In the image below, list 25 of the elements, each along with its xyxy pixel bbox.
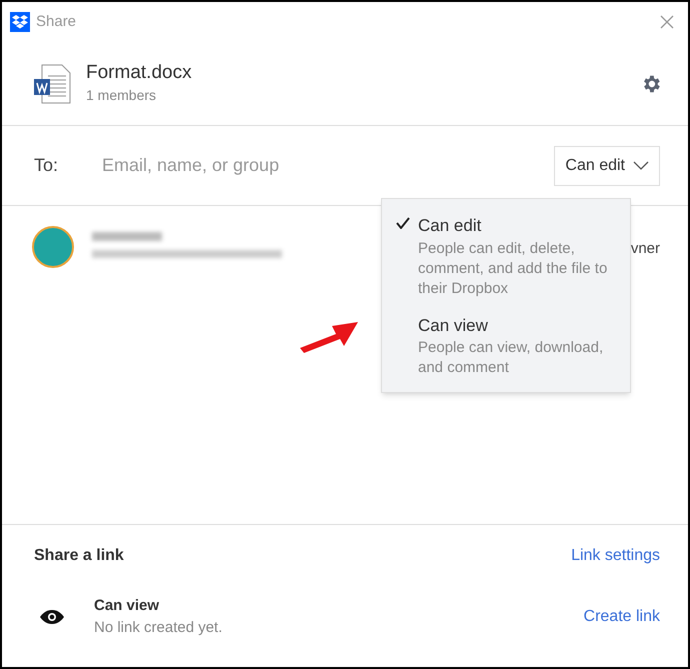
link-permission: Can view bbox=[94, 596, 160, 616]
window-title: Share bbox=[36, 12, 76, 32]
option-description: People can edit, delete, comment, and add the file to their Dropbox bbox=[418, 238, 608, 298]
permission-select[interactable]: Can edit bbox=[554, 146, 660, 186]
eye-icon bbox=[40, 610, 64, 624]
option-title: Can view bbox=[418, 314, 489, 336]
link-settings-link[interactable]: Link settings bbox=[571, 544, 660, 568]
option-description: People can view, download, and comment bbox=[418, 338, 604, 378]
section-title: Share a link bbox=[34, 546, 124, 566]
checkmark-icon bbox=[396, 217, 410, 229]
recipient-field[interactable]: Email, name, or group bbox=[102, 152, 554, 179]
close-icon[interactable] bbox=[660, 15, 674, 29]
member-role: vner bbox=[630, 239, 660, 259]
member-count: 1 members bbox=[86, 86, 158, 105]
menu-item[interactable]: Can view People can view, download, and comment bbox=[382, 312, 630, 378]
caret-icon bbox=[633, 161, 649, 170]
avatar bbox=[32, 226, 74, 268]
file-name: Format.docx bbox=[86, 61, 192, 85]
option-title: Can edit bbox=[418, 215, 482, 237]
create-link-link[interactable]: Create link bbox=[584, 605, 660, 629]
link-status: No link created yet. bbox=[94, 618, 222, 638]
menu-item[interactable]: Can edit People can edit, delete, comment, and add the file to their Dropbox bbox=[382, 213, 630, 298]
word-document-icon bbox=[34, 64, 72, 104]
to-label: To: bbox=[34, 154, 60, 177]
dropbox-logo-icon bbox=[10, 12, 30, 32]
